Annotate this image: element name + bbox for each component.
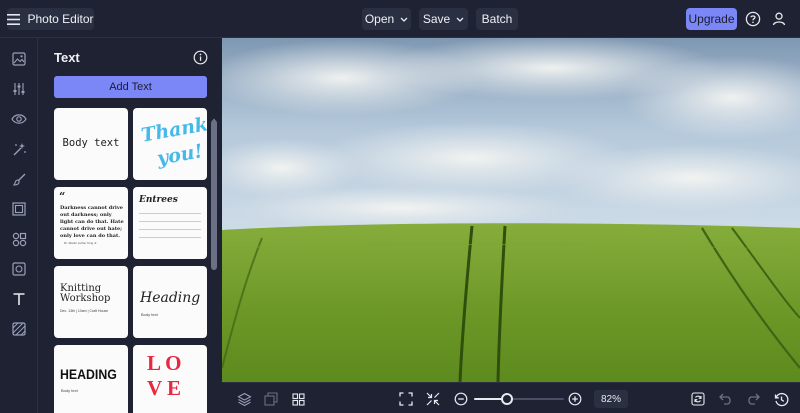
- template-heading-bold[interactable]: HEADING Body text: [54, 345, 128, 413]
- hamburger-icon: [7, 13, 21, 25]
- zoom-level-input[interactable]: 82%: [594, 390, 628, 408]
- layers-icon[interactable]: [235, 390, 253, 408]
- zoom-slider-thumb[interactable]: [501, 393, 513, 405]
- template-body-text[interactable]: Body text: [54, 108, 128, 180]
- list-line: [139, 233, 201, 238]
- history-icon[interactable]: [772, 390, 790, 408]
- template-quote-author: Dr. Martin Luther King Jr.: [64, 241, 98, 245]
- template-love-line2: V E: [147, 376, 182, 400]
- panel-scrollbar[interactable]: [211, 110, 217, 413]
- elements-icon[interactable]: [9, 229, 29, 249]
- template-body-text-label: Body text: [62, 137, 120, 149]
- quote-mark-icon: “: [59, 190, 66, 203]
- image-stack-icon[interactable]: [262, 390, 280, 408]
- template-heading-script-sub: Body text: [141, 312, 158, 317]
- chevron-down-icon: [400, 17, 408, 22]
- add-text-label: Add Text: [109, 81, 152, 93]
- grid-view-icon[interactable]: [289, 390, 307, 408]
- redo-icon[interactable]: [744, 390, 762, 408]
- scroll-up-icon[interactable]: [211, 110, 217, 122]
- text-tool-icon[interactable]: [9, 289, 29, 309]
- list-line: [139, 217, 201, 222]
- list-line: [139, 209, 201, 214]
- app-title: Photo Editor: [27, 12, 94, 26]
- zoom-in-icon[interactable]: [566, 390, 584, 408]
- template-thank-you[interactable]: Thank you!: [133, 108, 207, 180]
- template-heading-bold-sub: Body text: [61, 388, 78, 393]
- fit-screen-icon[interactable]: [397, 390, 415, 408]
- template-heading-script[interactable]: Heading Body text: [133, 266, 207, 338]
- batch-button[interactable]: Batch: [476, 8, 518, 30]
- eye-icon[interactable]: [9, 109, 29, 129]
- landscape-photo: [222, 38, 800, 382]
- panel-title: Text: [54, 50, 80, 65]
- batch-label: Batch: [481, 12, 513, 26]
- add-text-button[interactable]: Add Text: [54, 76, 207, 98]
- template-love-line1: L O: [147, 351, 182, 375]
- zoom-slider[interactable]: [474, 391, 564, 407]
- template-list[interactable]: Entrees: [133, 187, 207, 259]
- actual-size-icon[interactable]: [424, 390, 442, 408]
- photo-canvas[interactable]: [222, 38, 800, 382]
- template-list-title: Entrees: [139, 195, 178, 205]
- template-quote-text: Darkness cannot drive out darkness; only…: [60, 205, 124, 239]
- zoom-level-label: 82%: [600, 393, 621, 405]
- image-icon[interactable]: [9, 49, 29, 69]
- bottom-toolbar: 82%: [222, 382, 800, 413]
- magic-wand-icon[interactable]: [9, 139, 29, 159]
- upgrade-label: Upgrade: [688, 12, 735, 26]
- template-heading-script-text: Heading: [140, 290, 201, 306]
- top-bar: Photo Editor Open Save Batch Upgrade: [0, 0, 800, 38]
- zoom-out-icon[interactable]: [452, 390, 470, 408]
- tool-sidebar: [0, 38, 38, 413]
- list-line: [139, 225, 201, 230]
- save-label: Save: [422, 12, 451, 26]
- info-icon[interactable]: [193, 50, 208, 65]
- template-love[interactable]: L O V E: [133, 345, 207, 413]
- account-icon[interactable]: [771, 11, 787, 27]
- scroll-thumb[interactable]: [211, 120, 217, 270]
- template-knitting-line2: Workshop: [60, 293, 111, 304]
- template-quote[interactable]: “ Darkness cannot drive out darkness; on…: [54, 187, 128, 259]
- open-button[interactable]: Open: [362, 8, 411, 30]
- template-heading-bold-text: HEADING: [60, 366, 117, 382]
- help-icon[interactable]: [745, 11, 761, 27]
- chevron-down-icon: [456, 17, 464, 22]
- frame-icon[interactable]: [9, 199, 29, 219]
- open-label: Open: [364, 12, 395, 26]
- template-knitting-meta: Dec. 13th | 10am | Craft House: [60, 309, 109, 313]
- brush-icon[interactable]: [9, 169, 29, 189]
- template-thank-you-line2: you!: [155, 140, 205, 170]
- app-menu-button[interactable]: Photo Editor: [7, 8, 94, 30]
- template-knitting-workshop[interactable]: Knitting Workshop Dec. 13th | 10am | Cra…: [54, 266, 128, 338]
- reset-icon[interactable]: [689, 390, 707, 408]
- overlay-icon[interactable]: [9, 259, 29, 279]
- adjust-sliders-icon[interactable]: [9, 79, 29, 99]
- text-panel: Text Add Text Body text Thank you! “ Dar…: [38, 38, 222, 413]
- texture-icon[interactable]: [9, 319, 29, 339]
- save-button[interactable]: Save: [419, 8, 468, 30]
- upgrade-button[interactable]: Upgrade: [686, 8, 737, 30]
- undo-icon[interactable]: [717, 390, 735, 408]
